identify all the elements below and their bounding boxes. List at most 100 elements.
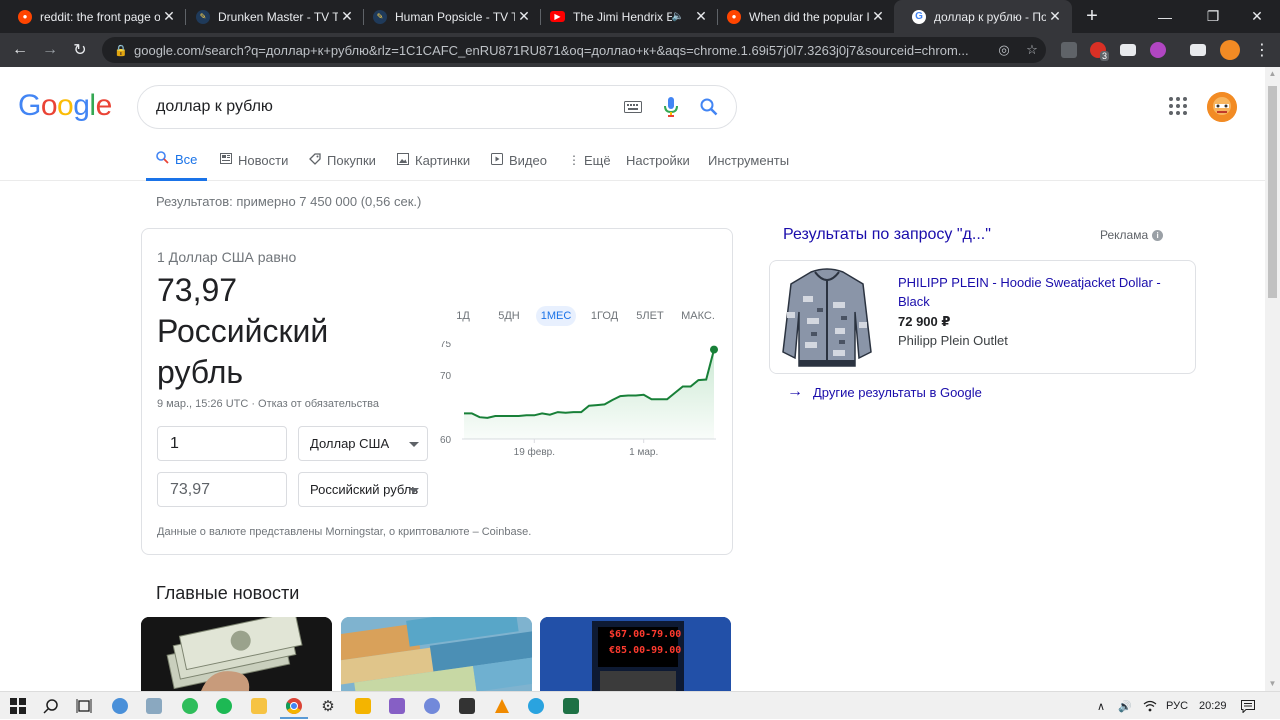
close-tab-icon[interactable]: ✕ [338, 8, 356, 25]
taskbar-app-file-explorer-icon[interactable] [249, 696, 269, 716]
more-results-link[interactable]: → Другие результаты в Google [787, 383, 982, 401]
location-icon[interactable]: ◎ [990, 42, 1018, 58]
ad-product-title[interactable]: PHILIPP PLEIN - Hoodie Sweatjacket Dolla… [898, 273, 1188, 311]
close-tab-icon[interactable]: ✕ [869, 8, 887, 25]
media-control-icon[interactable] [1190, 44, 1206, 56]
youtube-icon: ▶ [550, 11, 565, 22]
taskbar-app-yellow-icon[interactable] [353, 696, 373, 716]
close-window-icon[interactable]: ✕ [1234, 0, 1280, 33]
windows-search-icon[interactable] [41, 696, 61, 716]
to-currency-select[interactable]: Российский рубль [298, 472, 428, 507]
tab-label: Картинки [415, 152, 471, 168]
account-avatar[interactable] [1207, 92, 1237, 122]
browser-tab-human-popsicle[interactable]: ✎ Human Popsicle - TV Tr ✕ [355, 0, 541, 33]
logo-letter: o [40, 89, 58, 122]
close-tab-icon[interactable]: ✕ [515, 8, 533, 25]
new-tab-button[interactable]: + [1082, 0, 1102, 33]
tab-shopping[interactable]: Покупки [309, 140, 376, 180]
close-tab-icon[interactable]: ✕ [692, 8, 710, 25]
tab-title: доллар к рублю - Пои [934, 9, 1046, 24]
notifications-icon[interactable] [1241, 692, 1255, 720]
page-scrollbar[interactable]: ▲ ▼ [1265, 67, 1280, 691]
browser-tab-jimi-hendrix[interactable]: ▶ The Jimi Hendrix Ex 🔈 ✕ [532, 0, 718, 33]
wifi-icon[interactable] [1143, 692, 1157, 720]
to-amount-input[interactable]: 73,97 [157, 472, 287, 507]
keyboard-icon[interactable] [614, 101, 652, 113]
from-amount-input[interactable]: 1 [157, 426, 287, 461]
search-icon[interactable] [690, 98, 728, 116]
range-max[interactable]: МАКС. [678, 306, 718, 326]
tab-news[interactable]: Новости [220, 140, 288, 180]
tab-images[interactable]: Картинки [397, 140, 470, 180]
exchange-rate-chart[interactable]: 75 70 60 19 февр. 1 мар. [440, 341, 722, 463]
tab-video[interactable]: Видео [491, 140, 547, 180]
taskbar-app-vlc-icon[interactable] [492, 696, 512, 716]
range-1y[interactable]: 1ГОД [587, 306, 622, 326]
range-1d[interactable]: 1Д [449, 306, 477, 326]
taskbar-app-dropbox-icon[interactable] [110, 696, 130, 716]
tab-settings[interactable]: Настройки [626, 140, 690, 180]
forward-icon[interactable]: → [36, 33, 64, 67]
tab-all[interactable]: Все [146, 140, 208, 181]
scroll-up-icon[interactable]: ▲ [1265, 67, 1280, 81]
news-image-dollars-hand[interactable] [141, 617, 332, 691]
hoodie-product-image[interactable] [771, 262, 883, 373]
taskbar-app-network-icon[interactable] [144, 696, 164, 716]
taskbar-app-excel-icon[interactable] [561, 696, 581, 716]
taskbar-app-unity-icon[interactable] [457, 696, 477, 716]
minimize-icon[interactable]: — [1142, 0, 1188, 33]
news-image-ruble-notes[interactable] [341, 617, 532, 691]
exchange-sign-line-2: €85.00-99.00 [609, 645, 682, 656]
disclaimer-link[interactable]: Отказ от обязательства [258, 398, 379, 410]
bookmark-star-icon[interactable]: ☆ [1018, 42, 1046, 58]
range-5d[interactable]: 5ДН [494, 306, 524, 326]
chrome-menu-icon[interactable]: ⋮ [1248, 33, 1276, 67]
reload-icon[interactable]: ↻ [66, 33, 94, 67]
scroll-down-icon[interactable]: ▼ [1265, 677, 1280, 691]
extension-pin-icon[interactable] [1061, 42, 1077, 58]
url-text[interactable]: google.com/search?q=доллар+к+рублю&rlz=1… [134, 43, 990, 58]
audio-playing-icon[interactable]: 🔈 [672, 11, 684, 22]
tab-tools[interactable]: Инструменты [708, 140, 789, 180]
restore-icon[interactable]: ❐ [1190, 0, 1236, 33]
taskbar-app-visual-studio-icon[interactable] [387, 696, 407, 716]
ads-label: Реклама i [1100, 228, 1164, 242]
taskbar-app-chrome-icon[interactable] [284, 696, 304, 716]
search-input[interactable] [156, 98, 614, 116]
info-icon[interactable]: i [1152, 229, 1164, 241]
browser-tab-when-did[interactable]: ● When did the popular I ✕ [709, 0, 895, 33]
taskbar-app-green-icon[interactable] [180, 696, 200, 716]
ads-heading[interactable]: Результаты по запросу "д..." [783, 226, 991, 244]
taskbar-app-settings-icon[interactable]: ⚙ [318, 696, 338, 716]
separator: · [251, 398, 256, 410]
tray-overflow-icon[interactable]: ∧ [1097, 692, 1105, 720]
microphone-icon[interactable] [652, 97, 690, 117]
range-1m[interactable]: 1МЕС [536, 306, 576, 326]
taskbar-app-telegram-icon[interactable] [526, 696, 546, 716]
clock-time[interactable]: 20:29 [1199, 692, 1227, 720]
from-currency-select[interactable]: Доллар США [298, 426, 428, 461]
shopping-ad-card[interactable]: PHILIPP PLEIN - Hoodie Sweatjacket Dolla… [769, 260, 1196, 374]
browser-tab-google-search[interactable]: G доллар к рублю - Пои ✕ [894, 0, 1072, 33]
close-tab-icon[interactable]: ✕ [160, 8, 178, 25]
taskbar-app-spotify-icon[interactable] [214, 696, 234, 716]
tab-more[interactable]: ⋮ Ещё [568, 140, 611, 180]
extension-pip-icon[interactable] [1120, 44, 1136, 56]
profile-avatar-icon[interactable] [1220, 40, 1240, 60]
windows-start-icon[interactable] [8, 696, 28, 716]
close-tab-icon[interactable]: ✕ [1046, 8, 1064, 25]
taskbar-app-discord-icon[interactable] [422, 696, 442, 716]
extension-moon-icon[interactable] [1150, 42, 1166, 58]
task-view-icon[interactable] [74, 696, 94, 716]
news-image-exchange-board[interactable]: $67.00-79.00 €85.00-99.00 [540, 617, 731, 691]
range-5y[interactable]: 5ЛЕТ [633, 306, 667, 326]
scrollbar-thumb[interactable] [1268, 86, 1277, 298]
address-bar[interactable]: 🔒 google.com/search?q=доллар+к+рублю&rlz… [102, 37, 1046, 63]
browser-tab-reddit[interactable]: ● reddit: the front page o ✕ [0, 0, 186, 33]
volume-icon[interactable]: 🔊 [1118, 692, 1132, 720]
google-logo[interactable]: Google [18, 89, 112, 123]
browser-tab-drunken-master[interactable]: ✎ Drunken Master - TV Tr ✕ [178, 0, 364, 33]
input-language[interactable]: РУС [1166, 692, 1188, 720]
google-apps-icon[interactable] [1168, 96, 1188, 116]
back-icon[interactable]: ← [6, 33, 34, 67]
